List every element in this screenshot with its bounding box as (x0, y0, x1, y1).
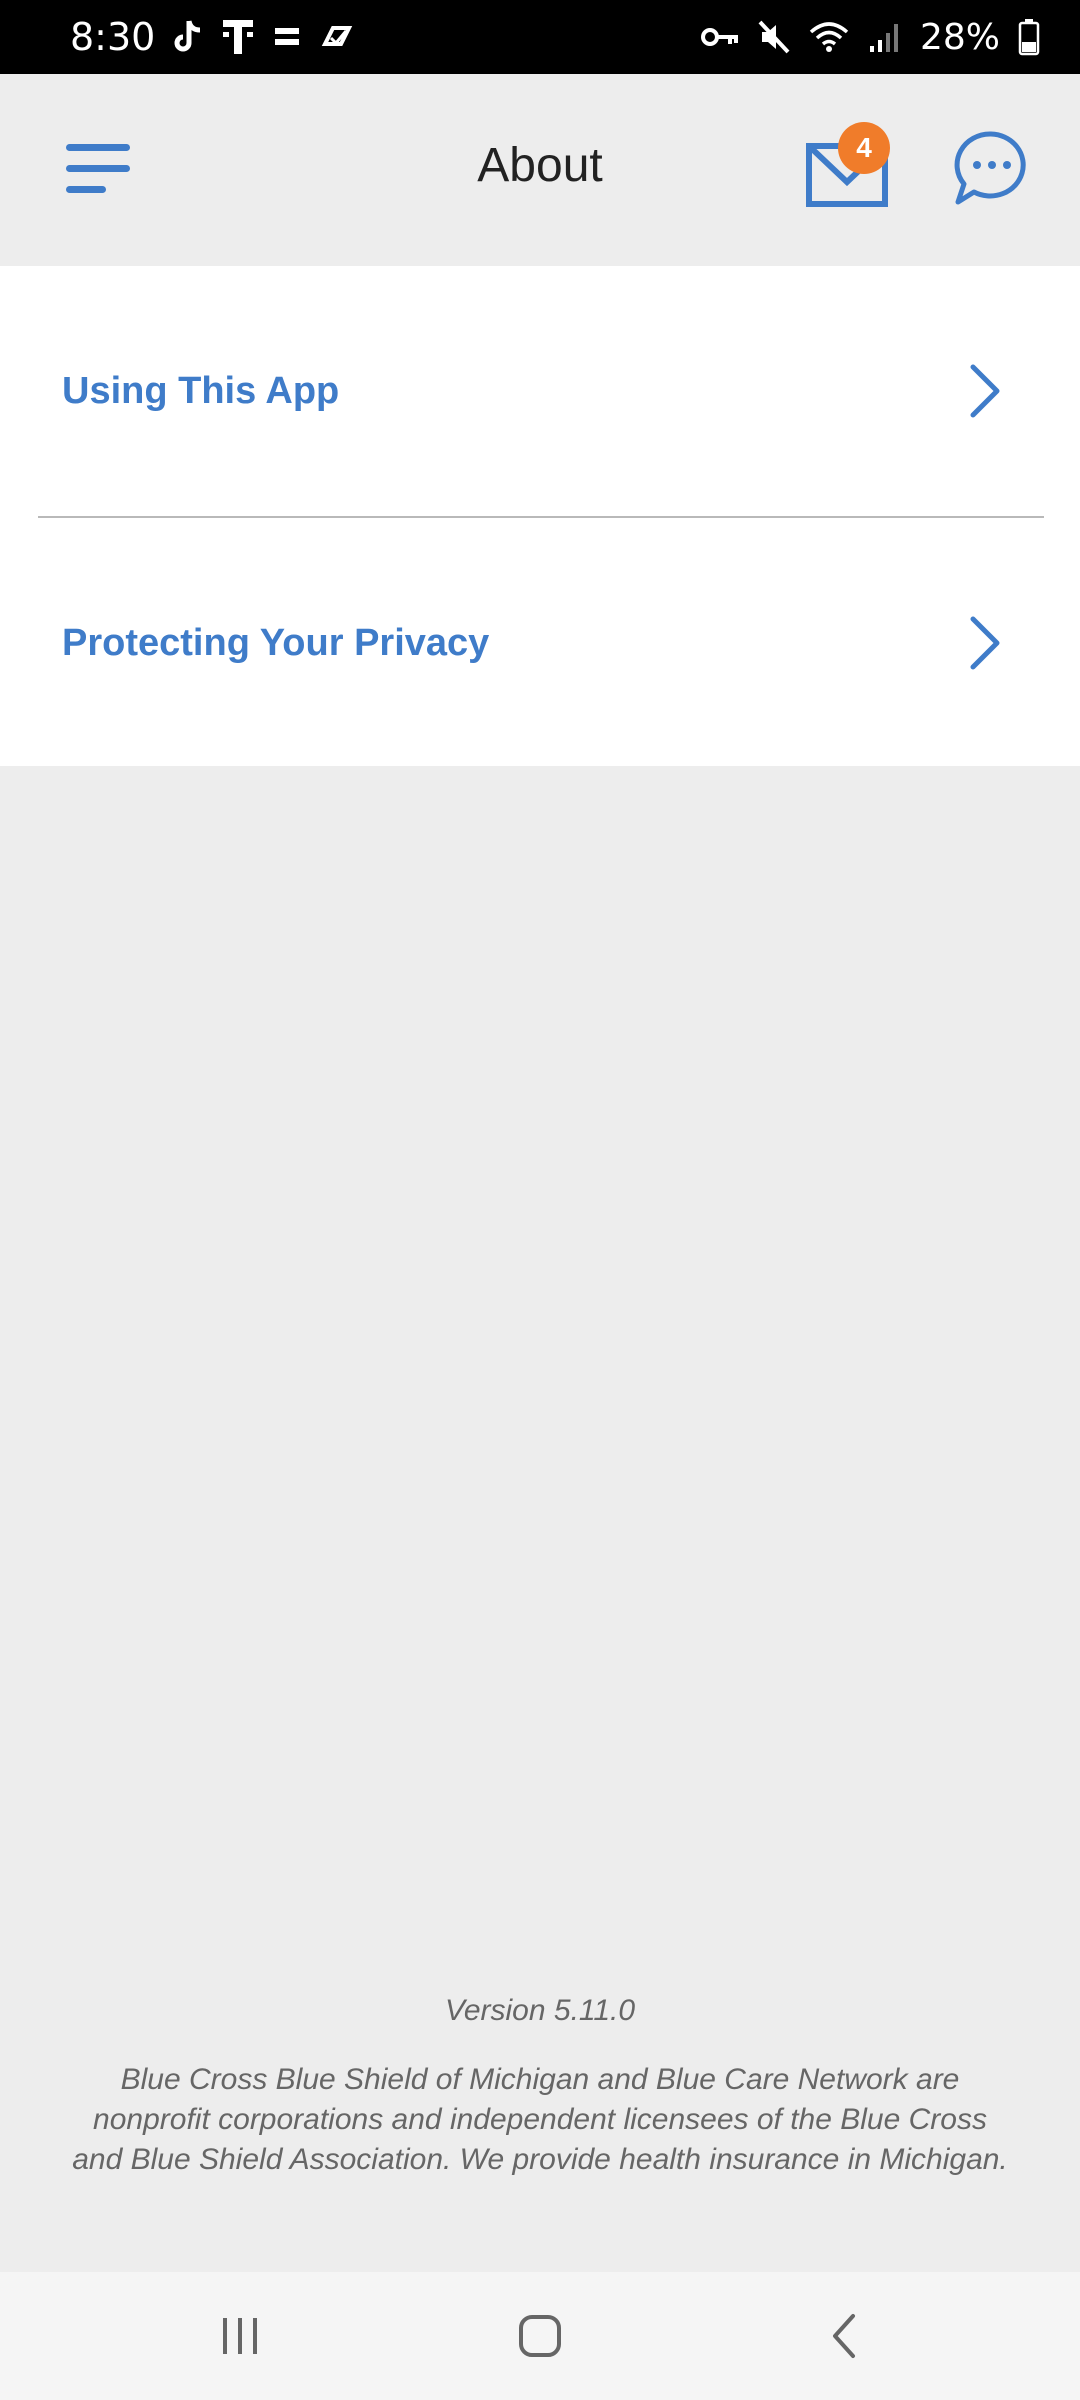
menu-item-label: Using This App (62, 369, 340, 412)
recent-apps-button[interactable] (210, 2306, 270, 2366)
page-title: About (477, 139, 603, 192)
app-header: About 4 (0, 74, 1080, 266)
system-nav-bar (0, 2272, 1080, 2400)
home-icon (519, 2315, 561, 2357)
battery-icon (1018, 17, 1040, 57)
back-icon (833, 2314, 855, 2358)
home-button[interactable] (510, 2306, 570, 2366)
wifi-icon (808, 17, 850, 57)
menu-item-protecting-your-privacy[interactable]: Protecting Your Privacy (0, 518, 1080, 768)
t-mobile-icon (221, 17, 255, 57)
status-left: 8:30 (70, 15, 355, 59)
mute-icon (758, 17, 790, 57)
status-right: 28% (700, 17, 1040, 58)
chat-button[interactable] (944, 122, 1038, 216)
app-version: Version 5.11.0 (444, 1994, 636, 2027)
recent-apps-icon (223, 2318, 257, 2354)
chevron-right-icon (970, 364, 1000, 418)
app-notification-icon (319, 17, 355, 57)
vpn-key-icon (700, 17, 740, 57)
legal-disclaimer: Blue Cross Blue Shield of Michigan and B… (72, 2063, 1008, 2176)
chat-icon (954, 131, 1026, 205)
inbox-badge: 4 (838, 122, 890, 174)
chevron-right-icon (970, 616, 1000, 670)
signal-icon (868, 17, 902, 57)
menu-item-using-this-app[interactable]: Using This App (0, 266, 1080, 516)
menu-item-label: Protecting Your Privacy (62, 621, 490, 664)
tiktok-icon (173, 17, 203, 57)
status-time: 8:30 (70, 15, 156, 59)
back-button[interactable] (815, 2306, 875, 2366)
battery-percent: 28% (919, 16, 1000, 58)
hbo-max-icon (273, 17, 301, 57)
status-bar: 8:30 28% (0, 0, 1080, 74)
about-menu-list: Using This App Protecting Your Privacy (0, 266, 1080, 766)
